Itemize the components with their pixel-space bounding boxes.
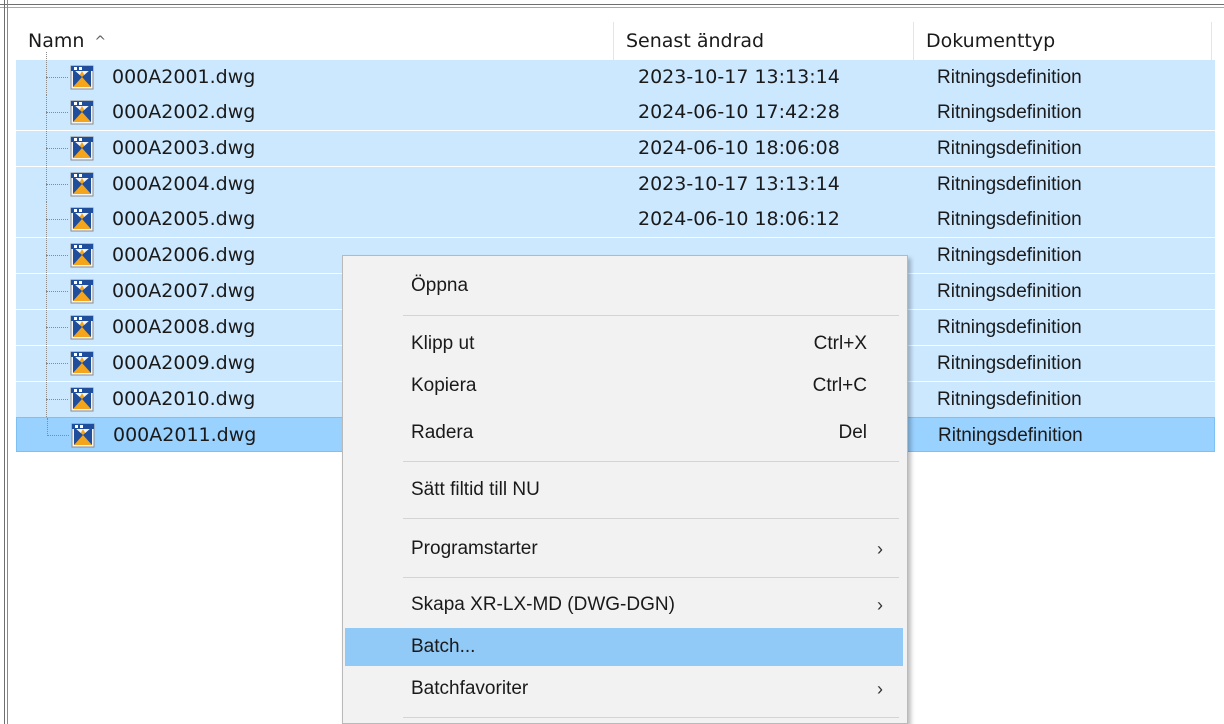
tree-connector <box>46 148 68 149</box>
file-name: 000A2009.dwg <box>112 352 256 374</box>
file-name: 000A2003.dwg <box>112 137 256 159</box>
file-type: Ritningsdefinition <box>937 67 1082 88</box>
file-name: 000A2001.dwg <box>112 66 256 88</box>
tree-connector <box>46 52 47 95</box>
column-header-name-label: Namn <box>28 30 85 52</box>
menu-separator <box>403 315 899 316</box>
menu-item-batch-label: Batch... <box>411 636 476 657</box>
file-type: Ritningsdefinition <box>937 281 1082 302</box>
file-name: 000A2008.dwg <box>112 316 256 338</box>
menu-item-copy[interactable]: Kopiera Ctrl+C <box>345 367 903 405</box>
dwg-drawing-icon <box>68 277 96 305</box>
file-type: Ritningsdefinition <box>937 317 1082 338</box>
menu-item-batch[interactable]: Batch... <box>345 628 903 666</box>
dwg-drawing-icon <box>68 313 96 341</box>
tree-connector <box>47 435 69 436</box>
file-type: Ritningsdefinition <box>938 425 1083 446</box>
tree-connector <box>47 418 48 436</box>
file-row[interactable]: 000A2004.dwg 2023-10-17 13:13:14 Ritningsd… <box>16 167 1215 202</box>
window-border-top-inner <box>0 7 1224 8</box>
menu-separator <box>403 461 899 462</box>
menu-item-copy-label: Kopiera <box>411 375 477 396</box>
file-modified: 2024-06-10 17:42:28 <box>638 101 840 123</box>
menu-separator <box>403 518 899 519</box>
column-header-modified-label: Senast ändrad <box>626 30 765 52</box>
file-name: 000A2010.dwg <box>112 388 256 410</box>
file-name: 000A2006.dwg <box>112 244 256 266</box>
file-type: Ritningsdefinition <box>937 138 1082 159</box>
tree-connector <box>46 327 68 328</box>
menu-item-delete[interactable]: Radera Del <box>345 414 903 452</box>
window-border-top <box>0 4 1224 5</box>
file-modified: 2023-10-17 13:13:14 <box>638 66 840 88</box>
column-header-type-label: Dokumenttyp <box>926 30 1056 52</box>
file-type: Ritningsdefinition <box>937 174 1082 195</box>
file-name: 000A2002.dwg <box>112 101 256 123</box>
menu-item-program-starter[interactable]: Programstarter › <box>345 530 903 568</box>
tree-connector <box>46 184 68 185</box>
menu-separator <box>403 717 899 718</box>
menu-item-open-label: Öppna <box>411 275 469 296</box>
file-row[interactable]: 000A2002.dwg 2024-06-10 17:42:28 Ritningsd… <box>16 95 1215 130</box>
dwg-drawing-icon <box>68 205 96 233</box>
window-border-left <box>4 0 5 724</box>
tree-connector <box>46 255 68 256</box>
context-menu: Öppna Klipp ut Ctrl+X Kopiera Ctrl+C Rad… <box>342 255 908 724</box>
file-name: 000A2004.dwg <box>112 173 256 195</box>
file-name: 000A2011.dwg <box>113 424 257 446</box>
dwg-drawing-icon <box>68 134 96 162</box>
menu-item-create-xr-label: Skapa XR-LX-MD (DWG-DGN) <box>411 594 675 615</box>
tree-connector <box>46 77 68 78</box>
menu-item-create-xr[interactable]: Skapa XR-LX-MD (DWG-DGN) › <box>345 586 903 624</box>
menu-item-open[interactable]: Öppna <box>345 267 903 305</box>
tree-connector <box>46 291 68 292</box>
file-row[interactable]: 000A2003.dwg 2024-06-10 18:06:08 Ritningsd… <box>16 131 1215 166</box>
menu-item-delete-label: Radera <box>411 422 474 443</box>
chevron-right-icon: › <box>877 679 883 699</box>
menu-item-cut-label: Klipp ut <box>411 333 475 354</box>
dwg-drawing-icon <box>68 385 96 413</box>
menu-item-delete-shortcut: Del <box>838 422 867 443</box>
column-header-type[interactable]: Dokumenttyp <box>914 22 1212 60</box>
column-header-modified[interactable]: Senast ändrad <box>614 22 914 60</box>
menu-item-set-filetime-label: Sätt filtid till NU <box>411 479 540 500</box>
chevron-right-icon: › <box>877 595 883 615</box>
menu-item-cut-shortcut: Ctrl+X <box>813 333 867 354</box>
menu-item-cut[interactable]: Klipp ut Ctrl+X <box>345 325 903 363</box>
menu-item-program-starter-label: Programstarter <box>411 538 538 559</box>
file-modified: 2023-10-17 13:13:14 <box>638 173 840 195</box>
menu-separator <box>403 577 899 578</box>
menu-item-copy-shortcut: Ctrl+C <box>812 375 867 396</box>
dwg-drawing-icon <box>68 241 96 269</box>
chevron-up-icon: ^ <box>94 34 107 50</box>
file-type: Ritningsdefinition <box>937 389 1082 410</box>
tree-connector <box>46 112 68 113</box>
dwg-drawing-icon <box>69 421 97 449</box>
tree-connector <box>46 399 68 400</box>
menu-item-set-filetime[interactable]: Sätt filtid till NU <box>345 471 903 509</box>
file-name: 000A2007.dwg <box>112 280 256 302</box>
file-modified: 2024-06-10 18:06:12 <box>638 208 840 230</box>
column-header-name[interactable]: Namn ^ <box>16 22 614 60</box>
dwg-drawing-icon <box>68 63 96 91</box>
file-type: Ritningsdefinition <box>937 102 1082 123</box>
dwg-drawing-icon <box>68 349 96 377</box>
file-row[interactable]: 000A2005.dwg 2024-06-10 18:06:12 Ritningsd… <box>16 202 1215 237</box>
chevron-right-icon: › <box>877 539 883 559</box>
file-row[interactable]: 000A2001.dwg 2023-10-17 13:13:14 Ritningsd… <box>16 52 1215 95</box>
window-border-left-inner <box>7 0 8 724</box>
file-type: Ritningsdefinition <box>937 209 1082 230</box>
tree-connector <box>46 363 68 364</box>
tree-connector <box>46 219 68 220</box>
dwg-drawing-icon <box>68 98 96 126</box>
column-header-row: Namn ^ Senast ändrad Dokumenttyp <box>16 22 1224 60</box>
file-type: Ritningsdefinition <box>937 245 1082 266</box>
file-modified: 2024-06-10 18:06:08 <box>638 137 840 159</box>
dwg-drawing-icon <box>68 170 96 198</box>
menu-item-batch-favorites[interactable]: Batchfavoriter › <box>345 670 903 708</box>
file-type: Ritningsdefinition <box>937 353 1082 374</box>
file-name: 000A2005.dwg <box>112 208 256 230</box>
menu-item-batch-favorites-label: Batchfavoriter <box>411 678 529 699</box>
